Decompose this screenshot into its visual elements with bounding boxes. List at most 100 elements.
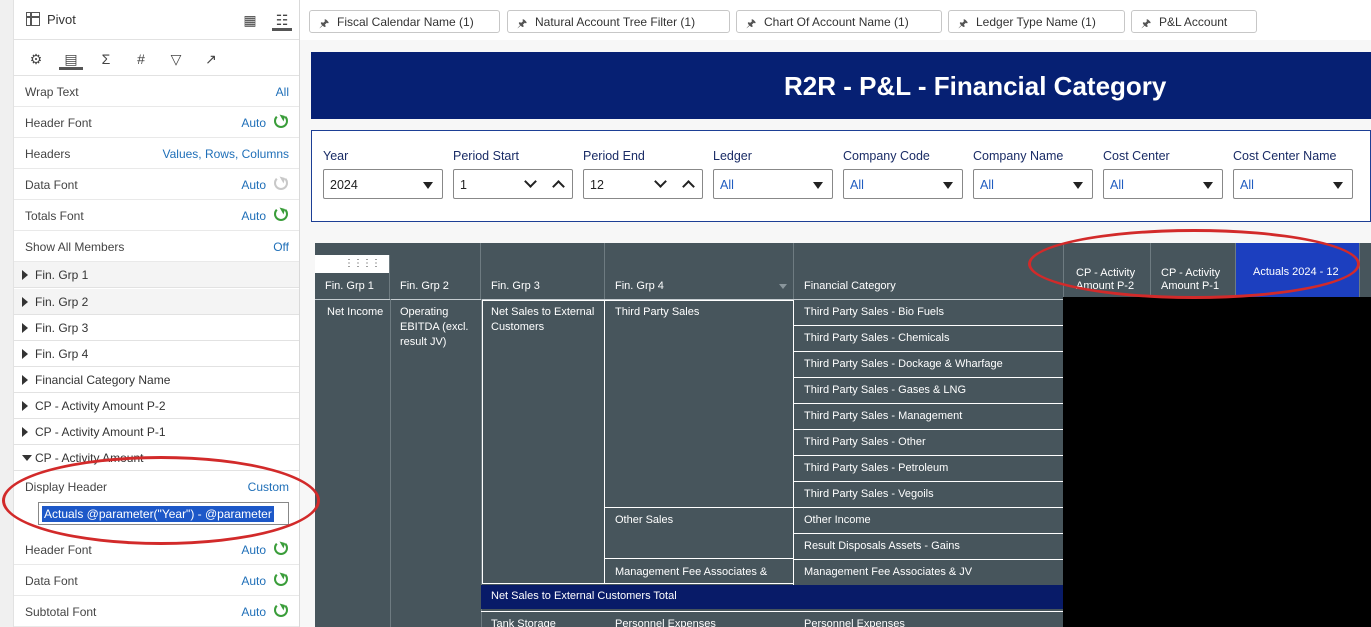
- expand-icon: [22, 297, 28, 307]
- col-header-grp3[interactable]: Fin. Grp 3: [481, 243, 605, 299]
- grip-icon: ⋮⋮⋮⋮: [344, 258, 381, 269]
- year-select[interactable]: 2024: [323, 169, 443, 199]
- section-financial-category-name[interactable]: Financial Category Name: [14, 367, 299, 393]
- prop-data-font[interactable]: Data Font Auto: [14, 169, 299, 200]
- filter-pill-chart-of-account[interactable]: 🖈 Chart Of Account Name (1): [736, 10, 942, 33]
- cell-grp2[interactable]: Operating EBITDA (excl. result JV): [400, 305, 478, 350]
- redacted-values: [1063, 297, 1371, 627]
- category-row[interactable]: Third Party Sales - Other: [793, 430, 1063, 456]
- expand-icon: [22, 323, 28, 333]
- prop-show-all-members[interactable]: Show All Members Off: [14, 231, 299, 262]
- reset-icon[interactable]: [274, 603, 288, 617]
- category-row[interactable]: Third Party Sales - Gases & LNG: [793, 378, 1063, 404]
- col-header-grp1[interactable]: ⋮⋮⋮⋮ Fin. Grp 1: [315, 255, 390, 299]
- sigma-icon[interactable]: Σ: [94, 48, 118, 70]
- prop-headers[interactable]: Headers Values, Rows, Columns: [14, 138, 299, 169]
- cell-grp4-other[interactable]: Other Sales: [615, 513, 785, 528]
- cell-next-grp3[interactable]: Tank Storage: [491, 617, 556, 627]
- col-header-category[interactable]: Financial Category: [794, 243, 1064, 299]
- col-header-grp2[interactable]: Fin. Grp 2: [390, 243, 481, 299]
- caret-down-icon: [423, 182, 433, 189]
- col-header-grp4[interactable]: Fin. Grp 4: [605, 243, 794, 299]
- caret-down-icon: [1203, 182, 1213, 189]
- prop-sub-subtotal-font[interactable]: Subtotal Font Auto: [14, 596, 299, 627]
- chevron-down-icon[interactable]: [654, 175, 667, 188]
- section-cp-activity-p1[interactable]: CP - Activity Amount P-1: [14, 419, 299, 445]
- cost-center-select[interactable]: All: [1103, 169, 1223, 199]
- category-row[interactable]: Third Party Sales - Vegoils: [793, 482, 1063, 508]
- filter-pill-pl-account[interactable]: 🖈 P&L Account: [1131, 10, 1257, 33]
- company-name-select[interactable]: All: [973, 169, 1093, 199]
- prop-header-font[interactable]: Header Font Auto: [14, 107, 299, 138]
- panel-title: Pivot: [47, 12, 76, 27]
- table-icon[interactable]: ▤: [59, 48, 83, 70]
- caret-down-icon: [813, 182, 823, 189]
- category-row[interactable]: Third Party Sales - Management: [793, 404, 1063, 430]
- period-start-stepper[interactable]: 1: [453, 169, 573, 199]
- collapse-icon: [22, 455, 32, 461]
- grp4-third-block: [604, 300, 794, 508]
- chevron-up-icon[interactable]: [682, 180, 695, 193]
- hash-icon[interactable]: #: [129, 48, 153, 70]
- filter-pill-natural-account[interactable]: 🖈 Natural Account Tree Filter (1): [507, 10, 730, 33]
- prop-sub-data-font[interactable]: Data Font Auto: [14, 565, 299, 596]
- sort-icon[interactable]: [779, 284, 787, 289]
- cell-next-grp4[interactable]: Personnel Expenses: [615, 617, 716, 627]
- pin-icon: 🖈: [1141, 18, 1152, 30]
- reset-icon[interactable]: [274, 207, 288, 221]
- period-end-stepper[interactable]: 12: [583, 169, 703, 199]
- filter-pill-ledger-type[interactable]: 🖈 Ledger Type Name (1): [948, 10, 1125, 33]
- cell-next-category[interactable]: Personnel Expenses: [804, 617, 905, 627]
- cell-grp1[interactable]: Net Income: [327, 305, 387, 320]
- reset-icon[interactable]: [274, 114, 288, 128]
- caret-down-icon: [1073, 182, 1083, 189]
- property-tabs: ⚙ ▤ Σ # ▽ ↗: [14, 40, 299, 76]
- expand-icon: [22, 270, 28, 280]
- caret-down-icon: [943, 182, 953, 189]
- section-fin-grp-1[interactable]: Fin. Grp 1: [14, 262, 299, 288]
- report-title: R2R - P&L - Financial Category: [784, 71, 1167, 101]
- reset-icon[interactable]: [274, 572, 288, 586]
- caret-down-icon: [1333, 182, 1343, 189]
- category-row[interactable]: Other Income: [793, 508, 1063, 534]
- company-code-select[interactable]: All: [843, 169, 963, 199]
- col-divider: [390, 299, 391, 627]
- ledger-select[interactable]: All: [713, 169, 833, 199]
- category-row[interactable]: Third Party Sales - Dockage & Wharfage: [793, 352, 1063, 378]
- prop-wrap-text[interactable]: Wrap Text All: [14, 76, 299, 107]
- section-fin-grp-2[interactable]: Fin. Grp 2: [14, 289, 299, 315]
- prop-totals-font[interactable]: Totals Font Auto: [14, 200, 299, 231]
- gear-icon[interactable]: ⚙: [24, 48, 48, 70]
- filter-icon[interactable]: ▽: [164, 48, 188, 70]
- reset-icon[interactable]: [274, 541, 288, 555]
- cell-grp4-mgmt[interactable]: Management Fee Associates &: [615, 565, 790, 580]
- pin-icon: 🖈: [746, 18, 757, 30]
- panel-edge-strip: [0, 0, 14, 627]
- cost-center-name-select[interactable]: All: [1233, 169, 1353, 199]
- layout-icon[interactable]: ▦: [240, 9, 260, 31]
- category-row[interactable]: Management Fee Associates & JV: [793, 560, 1063, 586]
- chevron-down-icon[interactable]: [524, 175, 537, 188]
- pin-icon: 🖈: [517, 18, 528, 30]
- trend-icon[interactable]: ↗: [199, 48, 223, 70]
- annotation-ellipse: [2, 456, 320, 545]
- pivot-icon: [26, 12, 40, 26]
- report-title-banner: R2R - P&L - Financial Category: [311, 52, 1371, 119]
- filter-pill-fiscal-calendar[interactable]: 🖈 Fiscal Calendar Name (1): [309, 10, 500, 33]
- section-fin-grp-4[interactable]: Fin. Grp 4: [14, 341, 299, 367]
- section-fin-grp-3[interactable]: Fin. Grp 3: [14, 315, 299, 341]
- cell-grp4-third[interactable]: Third Party Sales: [615, 305, 785, 320]
- category-row[interactable]: Third Party Sales - Bio Fuels: [793, 300, 1063, 326]
- workbook-editor: Pivot ▦ ☷ ⚙ ▤ Σ # ▽ ↗ Wrap Text All Head…: [0, 0, 1371, 627]
- section-cp-activity-p2[interactable]: CP - Activity Amount P-2: [14, 393, 299, 419]
- category-row[interactable]: Third Party Sales - Chemicals: [793, 326, 1063, 352]
- category-row[interactable]: Result Disposals Assets - Gains: [793, 534, 1063, 560]
- sliders-icon[interactable]: ☷: [272, 9, 292, 31]
- cell-grp3[interactable]: Net Sales to External Customers: [491, 305, 601, 335]
- chevron-up-icon[interactable]: [552, 180, 565, 193]
- reset-icon: [274, 176, 288, 190]
- drag-handle[interactable]: ⋮⋮⋮⋮: [315, 255, 389, 273]
- expand-icon: [22, 401, 28, 411]
- category-row[interactable]: Third Party Sales - Petroleum: [793, 456, 1063, 482]
- grp4-mgmt-block: Management Fee Associates &: [604, 558, 794, 584]
